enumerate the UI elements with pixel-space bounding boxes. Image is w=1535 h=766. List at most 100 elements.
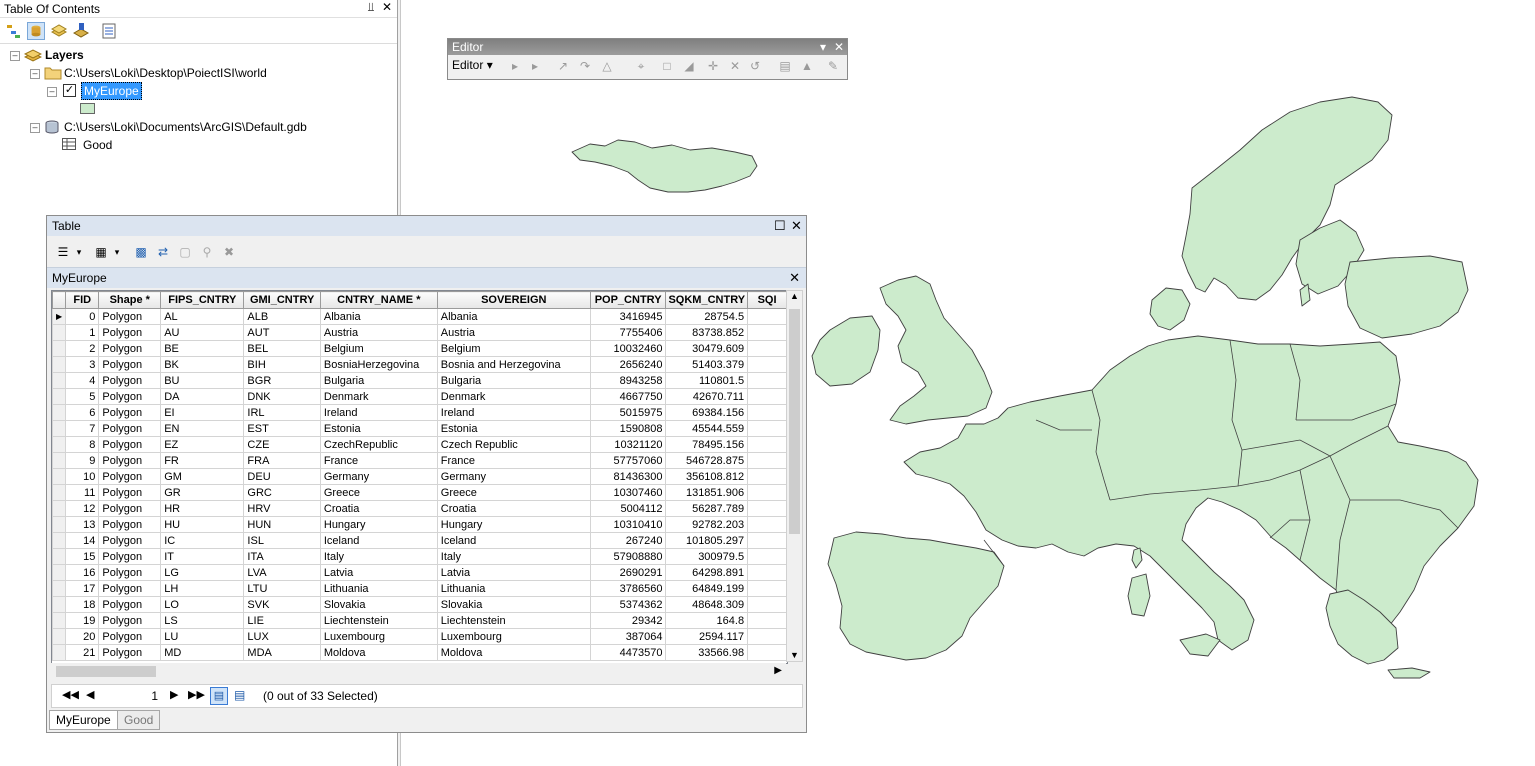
table-cell[interactable]: Polygon bbox=[98, 612, 162, 629]
table-cell[interactable]: 5374362 bbox=[589, 596, 667, 613]
table-cell[interactable]: Italy bbox=[319, 548, 438, 565]
table-cell[interactable]: Hungary bbox=[319, 516, 438, 533]
table-cell[interactable]: LTU bbox=[243, 580, 321, 597]
table-cell[interactable]: IC bbox=[160, 532, 245, 549]
table-cell[interactable]: Germany bbox=[436, 468, 591, 485]
table-cell[interactable]: 356108.812 bbox=[665, 468, 749, 485]
table-cell[interactable]: 8 bbox=[65, 436, 100, 453]
table-cell[interactable]: 64298.891 bbox=[665, 564, 749, 581]
table-cell[interactable]: Polygon bbox=[98, 516, 162, 533]
edit-annotation-icon[interactable]: ▸ bbox=[528, 59, 542, 73]
table-cell[interactable]: 546728.875 bbox=[665, 452, 749, 469]
table-cell[interactable]: BE bbox=[160, 340, 245, 357]
table-cell-overflow[interactable] bbox=[747, 548, 787, 565]
table-cell[interactable]: Polygon bbox=[98, 644, 162, 661]
close-table-icon[interactable]: ✕ bbox=[789, 268, 800, 288]
table-cell-overflow[interactable] bbox=[747, 452, 787, 469]
table-cell[interactable]: Polygon bbox=[98, 356, 162, 373]
table-cell[interactable]: FR bbox=[160, 452, 245, 469]
table-cell[interactable]: Ireland bbox=[319, 404, 438, 421]
table-cell[interactable]: CzechRepublic bbox=[319, 436, 438, 453]
horizontal-scrollbar[interactable]: ▶ bbox=[51, 663, 786, 680]
trace-icon[interactable]: △ bbox=[600, 59, 614, 73]
table-cell[interactable]: Polygon bbox=[98, 404, 162, 421]
previous-record-icon[interactable]: ◀ bbox=[86, 688, 94, 701]
table-cell[interactable]: BGR bbox=[243, 372, 321, 389]
table-cell[interactable]: Austria bbox=[319, 324, 438, 341]
row-selector[interactable] bbox=[52, 548, 67, 565]
row-selector[interactable] bbox=[52, 372, 67, 389]
table-cell[interactable]: Polygon bbox=[98, 436, 162, 453]
table-cell-overflow[interactable] bbox=[747, 308, 787, 325]
table-row[interactable]: 9 Polygon FR FRA France France 57757060 546728.… bbox=[52, 452, 787, 469]
table-row[interactable]: 4 Polygon BU BGR Bulgaria Bulgaria 8943258 1108… bbox=[52, 372, 787, 389]
row-selector[interactable] bbox=[52, 532, 67, 549]
current-record-input[interactable]: 1 bbox=[102, 687, 158, 705]
options-icon[interactable] bbox=[100, 22, 118, 40]
table-cell[interactable]: BEL bbox=[243, 340, 321, 357]
table-cell-overflow[interactable] bbox=[747, 404, 787, 421]
table-cell[interactable]: Polygon bbox=[98, 596, 162, 613]
table-cell[interactable]: 1 bbox=[65, 324, 100, 341]
editor-menu-button[interactable]: Editor ▾ bbox=[452, 58, 493, 72]
table-cell[interactable]: LO bbox=[160, 596, 245, 613]
table-cell[interactable]: Iceland bbox=[319, 532, 438, 549]
table-cell[interactable]: 42670.711 bbox=[665, 388, 749, 405]
table-cell[interactable]: 101805.297 bbox=[665, 532, 749, 549]
table-cell[interactable]: Germany bbox=[319, 468, 438, 485]
table-row[interactable]: 3 Polygon BK BIH BosniaHerzegovina Bosnia and… bbox=[52, 356, 787, 373]
table-cell[interactable]: 57757060 bbox=[589, 452, 667, 469]
table-cell[interactable]: 6 bbox=[65, 404, 100, 421]
list-by-selection-icon[interactable] bbox=[72, 22, 90, 40]
table-row[interactable]: 11 Polygon GR GRC Greece Greece 10307460 131851… bbox=[52, 484, 787, 501]
collapse-layer-toggle[interactable]: – bbox=[47, 87, 57, 97]
maximize-icon[interactable]: ☐ bbox=[774, 216, 786, 236]
table-cell[interactable]: Polygon bbox=[98, 340, 162, 357]
table-cell[interactable]: LU bbox=[160, 628, 245, 645]
table-cell[interactable]: HUN bbox=[243, 516, 321, 533]
table-cell-overflow[interactable] bbox=[747, 596, 787, 613]
table-cell[interactable]: LVA bbox=[243, 564, 321, 581]
reshape-feature-icon[interactable]: □ bbox=[660, 59, 674, 73]
table-cell[interactable]: GR bbox=[160, 484, 245, 501]
table-cell-overflow[interactable] bbox=[747, 484, 787, 501]
table-cell[interactable]: 2690291 bbox=[589, 564, 667, 581]
table-cell[interactable]: Italy bbox=[436, 548, 591, 565]
table-cell[interactable]: 3 bbox=[65, 356, 100, 373]
layers-root-label[interactable]: Layers bbox=[45, 46, 84, 64]
table-cell[interactable]: 64849.199 bbox=[665, 580, 749, 597]
table-cell[interactable]: 5 bbox=[65, 388, 100, 405]
table-row[interactable]: 5 Polygon DA DNK Denmark Denmark 4667750 42670.… bbox=[52, 388, 787, 405]
table-cell[interactable]: 28754.5 bbox=[665, 308, 749, 325]
table-row[interactable]: 13 Polygon HU HUN Hungary Hungary 10310410 9278… bbox=[52, 516, 787, 533]
row-selector[interactable]: ▶ bbox=[52, 308, 67, 325]
row-selector[interactable] bbox=[52, 420, 67, 437]
table-cell[interactable]: 300979.5 bbox=[665, 548, 749, 565]
table-cell[interactable]: Belgium bbox=[319, 340, 438, 357]
table-cell[interactable]: Luxembourg bbox=[319, 628, 438, 645]
show-selected-records-icon[interactable]: ▤ bbox=[234, 688, 245, 702]
table-cell[interactable]: Polygon bbox=[98, 388, 162, 405]
first-record-icon[interactable]: ◀◀ bbox=[62, 688, 79, 701]
table-cell[interactable]: ALB bbox=[243, 308, 321, 325]
row-selector[interactable] bbox=[52, 612, 67, 629]
table-cell[interactable]: 131851.906 bbox=[665, 484, 749, 501]
table-cell-overflow[interactable] bbox=[747, 420, 787, 437]
table-row[interactable]: 18 Polygon LO SVK Slovakia Slovakia 5374362 486… bbox=[52, 596, 787, 613]
table-cell[interactable]: 2 bbox=[65, 340, 100, 357]
table-cell[interactable]: 51403.379 bbox=[665, 356, 749, 373]
table-row[interactable]: 7 Polygon EN EST Estonia Estonia 1590808 45544.… bbox=[52, 420, 787, 437]
table-cell[interactable]: 10307460 bbox=[589, 484, 667, 501]
row-selector-header[interactable] bbox=[52, 291, 67, 309]
table-cell[interactable]: MD bbox=[160, 644, 245, 661]
table-cell[interactable]: 48648.309 bbox=[665, 596, 749, 613]
table-cell[interactable]: Latvia bbox=[436, 564, 591, 581]
table-cell[interactable]: 7755406 bbox=[589, 324, 667, 341]
layer-name-myeurope[interactable]: MyEurope bbox=[81, 82, 142, 100]
table-row[interactable]: 12 Polygon HR HRV Croatia Croatia 5004112 56287… bbox=[52, 500, 787, 517]
table-cell[interactable]: Lithuania bbox=[436, 580, 591, 597]
vertical-scrollbar[interactable]: ▲ ▼ bbox=[786, 290, 803, 662]
table-cell[interactable]: Polygon bbox=[98, 484, 162, 501]
row-selector[interactable] bbox=[52, 388, 67, 405]
table-row[interactable]: 20 Polygon LU LUX Luxembourg Luxembourg 387064… bbox=[52, 628, 787, 645]
